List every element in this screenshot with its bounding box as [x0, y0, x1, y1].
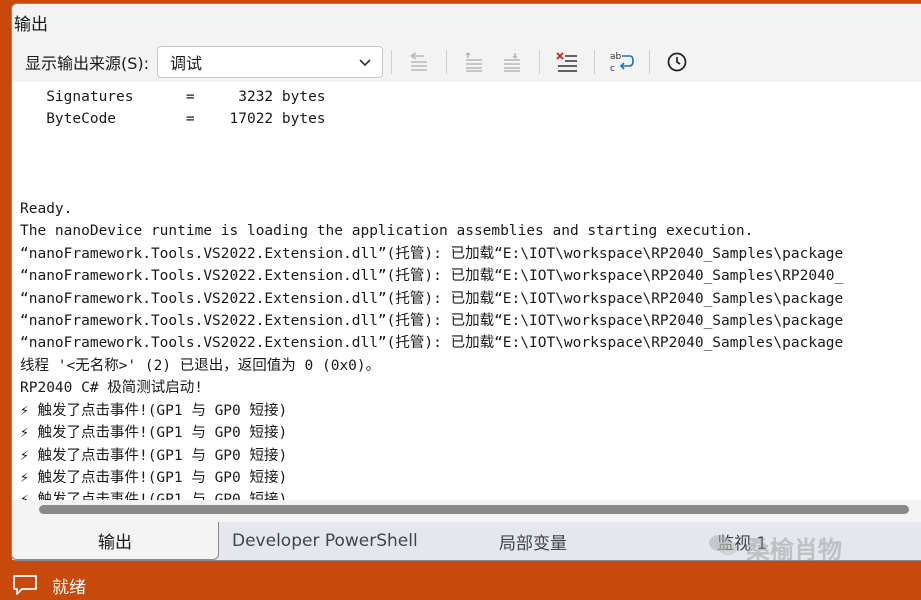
output-line: “nanoFramework.Tools.VS2022.Extension.dl…	[20, 245, 844, 262]
output-line: “nanoFramework.Tools.VS2022.Extension.dl…	[20, 313, 844, 330]
tab-locals[interactable]: 局部变量	[499, 522, 567, 560]
output-line: RP2040 C# 极简测试启动!	[20, 380, 204, 397]
output-line: 线程 '<无名称>' (2) 已退出，返回值为 0 (0x0)。	[20, 357, 381, 374]
watermark-text: 桑榆肖物	[746, 536, 842, 564]
source-select-value: 调试	[170, 54, 203, 73]
scrollbar-thumb[interactable]	[39, 505, 909, 514]
comment-icon[interactable]	[12, 574, 38, 596]
tab-developer-powershell[interactable]: Developer PowerShell	[232, 522, 418, 560]
output-line: ⚡ 触发了点击事件!(GP1 与 GP0 短接)	[20, 447, 288, 464]
output-line: “nanoFramework.Tools.VS2022.Extension.dl…	[20, 290, 844, 307]
output-line: “nanoFramework.Tools.VS2022.Extension.dl…	[20, 268, 844, 285]
svg-text:ab: ab	[610, 52, 622, 62]
align-top-icon[interactable]	[458, 46, 490, 78]
source-label: 显示输出来源(S):	[25, 54, 150, 73]
output-panel: 输出 显示输出来源(S): 调试 ab c Signatures = 3232 …	[0, 0, 921, 570]
output-line: ⚡ 触发了点击事件!(GP1 与 GP0 短接)	[20, 402, 288, 419]
toolbar-separator	[539, 50, 541, 74]
watermark: 桑榆肖物	[708, 530, 842, 565]
tab-output[interactable]: 输出	[11, 522, 219, 560]
toolbar-separator	[391, 50, 393, 74]
toolbar-separator	[594, 50, 596, 74]
toolbar-separator	[649, 50, 651, 74]
output-line: ⚡ 触发了点击事件!(GP1 与 GP0 短接)	[20, 469, 288, 486]
word-wrap-icon[interactable]: ab c	[606, 46, 638, 78]
output-text-area[interactable]: Signatures = 3232 bytes ByteCode = 17022…	[12, 82, 921, 500]
clear-all-icon[interactable]	[551, 46, 583, 78]
status-bar: 就绪	[0, 570, 921, 600]
status-text: 就绪	[52, 577, 86, 598]
output-line: The nanoDevice runtime is loading the ap…	[20, 223, 754, 240]
svg-text:c: c	[610, 64, 615, 74]
output-line: ⚡ 触发了点击事件!(GP1 与 GP0 短接)	[20, 489, 921, 500]
toolbar-separator	[446, 50, 448, 74]
output-line: “nanoFramework.Tools.VS2022.Extension.dl…	[20, 335, 844, 352]
source-select[interactable]: 调试	[157, 46, 384, 78]
wechat-icon	[708, 533, 738, 563]
align-bottom-icon[interactable]	[496, 46, 528, 78]
chevron-down-icon	[358, 53, 372, 72]
output-line: ⚡ 触发了点击事件!(GP1 与 GP0 短接)	[20, 425, 288, 442]
output-line: Ready.	[20, 201, 73, 218]
output-toolbar: 显示输出来源(S): 调试 ab c	[25, 44, 921, 80]
panel-title: 输出	[14, 15, 48, 35]
output-line: ByteCode = 17022 bytes	[20, 111, 326, 128]
clock-icon[interactable]	[661, 46, 693, 78]
output-log: Signatures = 3232 bytes ByteCode = 17022…	[20, 86, 921, 500]
horizontal-scrollbar[interactable]	[12, 500, 921, 520]
output-line: Signatures = 3232 bytes	[20, 89, 326, 105]
align-left-icon[interactable]	[403, 46, 435, 78]
